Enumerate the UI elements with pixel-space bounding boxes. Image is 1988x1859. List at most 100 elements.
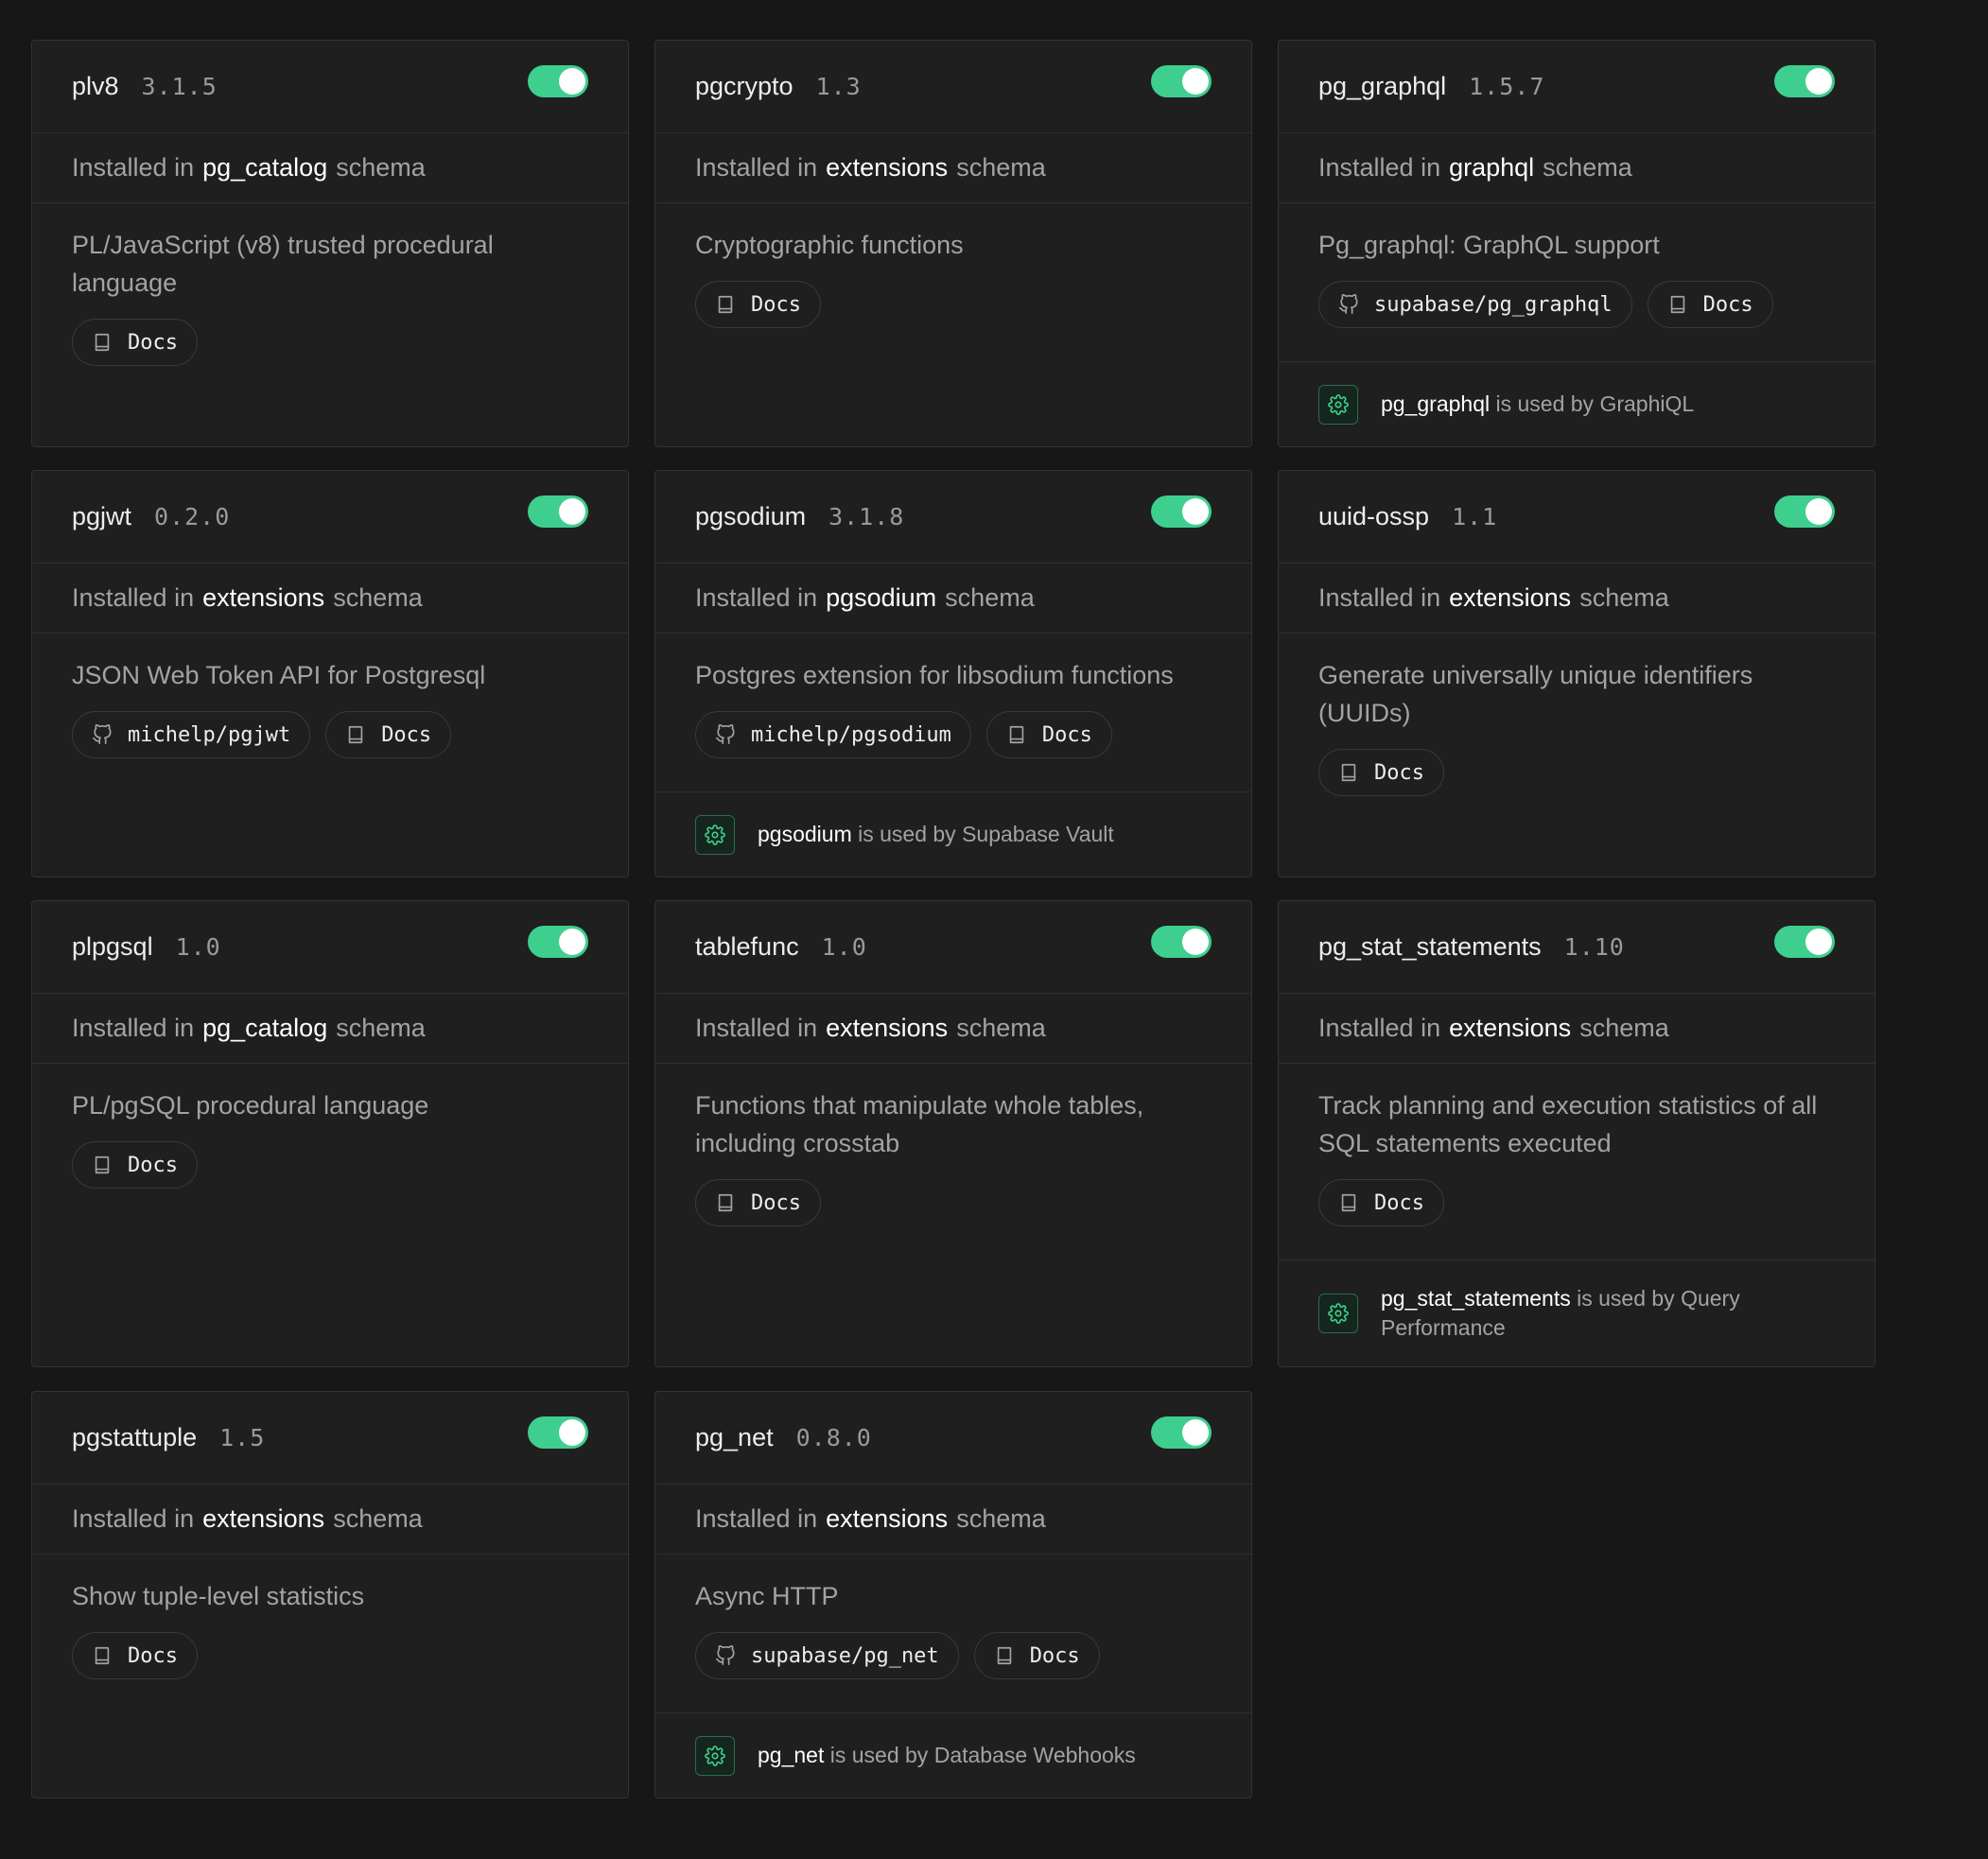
card-header: tablefunc 1.0: [655, 901, 1251, 994]
gear-icon: [705, 1745, 725, 1766]
extension-description: Show tuple-level statistics: [72, 1582, 365, 1610]
card-header: pg_stat_statements 1.10: [1279, 901, 1875, 994]
book-icon: [1341, 1193, 1356, 1212]
enable-toggle[interactable]: [1774, 926, 1835, 958]
docs-label: Docs: [1041, 722, 1092, 747]
docs-link[interactable]: Docs: [973, 1632, 1100, 1679]
extension-version: 0.8.0: [795, 1424, 872, 1451]
used-by-extension: pgsodium: [758, 822, 852, 846]
schema-row: Installed in extensions schema: [655, 994, 1251, 1064]
extension-name: uuid-ossp: [1318, 502, 1430, 530]
extension-version: 1.1: [1452, 503, 1498, 530]
extension-description: Async HTTP: [695, 1582, 839, 1610]
extension-description: JSON Web Token API for Postgresql: [72, 661, 486, 689]
extension-name: pgcrypto: [695, 72, 793, 100]
link-row: michelp/pgjwt Docs: [72, 711, 588, 758]
card-body: Cryptographic functions Docs: [655, 203, 1251, 328]
extension-version: 3.1.5: [141, 73, 218, 100]
gear-icon: [705, 824, 725, 845]
card-header: pgcrypto 1.3: [655, 41, 1251, 133]
docs-link[interactable]: Docs: [1318, 1179, 1444, 1226]
toggle-knob: [1182, 68, 1209, 95]
card-body: PL/pgSQL procedural language Docs: [32, 1064, 628, 1189]
extension-card: pgstattuple 1.5 Installed in extensions …: [31, 1391, 629, 1798]
card-header: plv8 3.1.5: [32, 41, 628, 133]
enable-toggle[interactable]: [1151, 1416, 1212, 1449]
enable-toggle[interactable]: [1774, 495, 1835, 528]
extension-card: tablefunc 1.0 Installed in extensions sc…: [654, 900, 1252, 1367]
link-row: supabase/pg_net Docs: [695, 1632, 1212, 1679]
card-body: Generate universally unique identifiers …: [1279, 634, 1875, 796]
installed-in-label: Installed in: [695, 583, 818, 612]
schema-row: Installed in extensions schema: [1279, 994, 1875, 1064]
extension-card: pg_graphql 1.5.7 Installed in graphql sc…: [1278, 40, 1875, 447]
link-row: michelp/pgsodium Docs: [695, 711, 1212, 758]
docs-link[interactable]: Docs: [695, 1179, 821, 1226]
card-body: Pg_graphql: GraphQL support supabase/pg_…: [1279, 203, 1875, 328]
github-icon: [1339, 294, 1358, 314]
schema-label: schema: [336, 1014, 426, 1042]
schema-name: extensions: [826, 1014, 949, 1042]
schema-name: extensions: [202, 583, 325, 612]
enable-toggle[interactable]: [528, 1416, 588, 1449]
book-icon: [95, 1646, 110, 1665]
card-header: pg_net 0.8.0: [655, 1392, 1251, 1485]
docs-label: Docs: [1374, 760, 1424, 785]
schema-label: schema: [945, 583, 1035, 612]
extension-description: Postgres extension for libsodium functio…: [695, 661, 1174, 689]
schema-label: schema: [956, 153, 1046, 182]
toggle-knob: [1805, 498, 1832, 525]
docs-link[interactable]: Docs: [1647, 281, 1773, 328]
enable-toggle[interactable]: [1151, 495, 1212, 528]
used-by-text: pg_net is used by Database Webhooks: [758, 1741, 1136, 1770]
docs-link[interactable]: Docs: [72, 1141, 198, 1189]
book-icon: [1009, 725, 1024, 744]
docs-link[interactable]: Docs: [1318, 749, 1444, 796]
schema-label: schema: [1543, 153, 1632, 182]
is-used-by-label: is used by: [829, 1743, 929, 1767]
used-by-text: pg_stat_statements is used by Query Perf…: [1381, 1284, 1835, 1343]
is-used-by-label: is used by: [858, 822, 956, 846]
enable-toggle[interactable]: [528, 495, 588, 528]
toggle-knob: [1182, 929, 1209, 955]
extension-version: 1.3: [815, 73, 862, 100]
docs-label: Docs: [128, 1643, 178, 1668]
docs-link[interactable]: Docs: [325, 711, 452, 758]
integration-badge: [695, 1735, 735, 1776]
schema-row: Installed in extensions schema: [655, 133, 1251, 203]
enable-toggle[interactable]: [1151, 926, 1212, 958]
enable-toggle[interactable]: [528, 926, 588, 958]
repo-label: supabase/pg_net: [751, 1643, 939, 1668]
link-row: Docs: [695, 1179, 1212, 1226]
docs-link[interactable]: Docs: [72, 1632, 198, 1679]
docs-link[interactable]: Docs: [695, 281, 821, 328]
github-repo-link[interactable]: michelp/pgsodium: [695, 711, 971, 758]
card-body: Track planning and execution statistics …: [1279, 1064, 1875, 1226]
used-by-row: pg_graphql is used by GraphiQL: [1279, 361, 1875, 446]
docs-link[interactable]: Docs: [72, 319, 198, 366]
card-body: Show tuple-level statistics Docs: [32, 1555, 628, 1679]
docs-label: Docs: [751, 1190, 801, 1215]
book-icon: [348, 725, 363, 744]
extension-version: 1.0: [821, 933, 867, 961]
enable-toggle[interactable]: [528, 65, 588, 97]
docs-label: Docs: [1374, 1190, 1424, 1215]
docs-link[interactable]: Docs: [985, 711, 1112, 758]
schema-label: schema: [333, 583, 423, 612]
extension-version: 1.5.7: [1469, 73, 1545, 100]
github-repo-link[interactable]: supabase/pg_graphql: [1318, 281, 1632, 328]
schema-label: schema: [336, 153, 426, 182]
github-repo-link[interactable]: supabase/pg_net: [695, 1632, 959, 1679]
card-header: plpgsql 1.0: [32, 901, 628, 994]
used-by-row: pg_net is used by Database Webhooks: [655, 1712, 1251, 1798]
installed-in-label: Installed in: [72, 583, 195, 612]
github-repo-link[interactable]: michelp/pgjwt: [72, 711, 311, 758]
is-used-by-label: is used by: [1577, 1286, 1675, 1311]
used-by-extension: pg_graphql: [1381, 391, 1491, 416]
enable-toggle[interactable]: [1151, 65, 1212, 97]
docs-label: Docs: [1702, 292, 1753, 317]
extension-name: pgsodium: [695, 502, 807, 530]
installed-in-label: Installed in: [1318, 153, 1441, 182]
enable-toggle[interactable]: [1774, 65, 1835, 97]
schema-row: Installed in pg_catalog schema: [32, 994, 628, 1064]
